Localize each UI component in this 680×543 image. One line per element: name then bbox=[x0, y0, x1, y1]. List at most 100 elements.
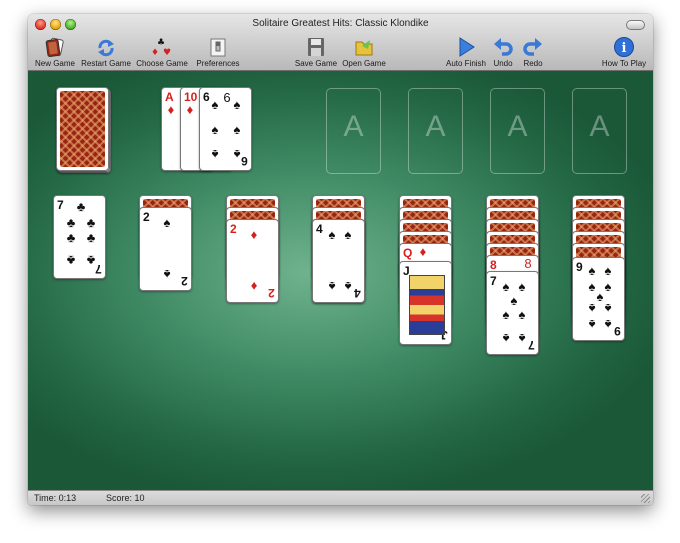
pip: ♠ bbox=[211, 122, 219, 137]
waste-top-card[interactable]: 6 6 6 ♠ ♠ ♠ ♠ ♠ ♠ bbox=[199, 87, 252, 171]
pip: ♠ bbox=[211, 97, 219, 112]
foundation-slot-1[interactable]: A bbox=[326, 88, 381, 174]
svg-text:♦: ♦ bbox=[151, 48, 159, 58]
elapsed-time: Time: 0:13 bbox=[34, 493, 77, 503]
status-bar: Time: 0:13 Score: 10 bbox=[28, 490, 653, 505]
card-rank-bottom: 7 bbox=[528, 338, 535, 352]
pip: ♣ bbox=[76, 199, 86, 214]
tableau-col-4-top-card[interactable]: 4 4 ♠ ♠ ♠ ♠ bbox=[312, 219, 365, 303]
tableau-col-6-top-card[interactable]: 7 7 ♠ ♠ ♠ ♠ ♠ ♠ ♠ bbox=[486, 271, 539, 355]
pip: ♣ bbox=[66, 253, 76, 268]
pip: ♣ bbox=[86, 230, 96, 245]
open-game-button[interactable]: Open Game bbox=[342, 34, 386, 68]
pip: ♣ bbox=[86, 253, 96, 268]
pip: ♠ bbox=[518, 307, 526, 322]
restart-game-button[interactable]: Restart Game bbox=[81, 34, 131, 68]
pip: ♠ bbox=[604, 317, 612, 332]
pip: ♠ bbox=[502, 307, 510, 322]
stock-pile[interactable] bbox=[56, 87, 109, 171]
play-arrow-icon bbox=[459, 37, 475, 57]
card-rank: 9 bbox=[576, 260, 583, 274]
foundation-slot-3-label: A bbox=[507, 110, 528, 143]
redo-button[interactable]: Redo bbox=[516, 34, 550, 68]
restart-game-label: Restart Game bbox=[81, 59, 131, 68]
choose-game-label: Choose Game bbox=[136, 59, 188, 68]
how-to-play-button[interactable]: i How To Play bbox=[602, 34, 646, 68]
pip: ♦ bbox=[250, 227, 258, 242]
pip: ♦ bbox=[250, 279, 258, 294]
pip: ♣ bbox=[66, 215, 76, 230]
foundation-slot-2-label: A bbox=[425, 110, 446, 143]
jack-face-picture bbox=[409, 275, 445, 335]
card-rank: 7 bbox=[57, 198, 64, 212]
card-rank-right: 8 bbox=[524, 256, 532, 271]
score: Score: 10 bbox=[106, 493, 145, 503]
toolbar-toggle-button[interactable] bbox=[626, 20, 645, 30]
pip: ♠ bbox=[502, 331, 510, 346]
info-icon: i bbox=[614, 37, 634, 57]
pip: ♠ bbox=[233, 122, 241, 137]
preferences-label: Preferences bbox=[196, 59, 240, 68]
pip: ♣ bbox=[86, 215, 96, 230]
redo-label: Redo bbox=[523, 59, 543, 68]
pip: ♠ bbox=[604, 301, 612, 316]
tableau-col-2-top-card[interactable]: 2 2 ♠ ♠ bbox=[139, 207, 192, 291]
card-rank: 4 bbox=[316, 222, 323, 236]
card-rank: 8 bbox=[490, 258, 497, 272]
how-to-play-label: How To Play bbox=[601, 59, 647, 68]
save-game-button[interactable]: Save Game bbox=[295, 34, 337, 68]
pip: ♠ bbox=[344, 227, 352, 242]
tableau-col-5-top-card[interactable]: J J bbox=[399, 261, 452, 345]
pip: ♣ bbox=[66, 230, 76, 245]
card-rank: 7 bbox=[490, 274, 497, 288]
floppy-disk-icon bbox=[308, 38, 324, 56]
svg-text:i: i bbox=[622, 41, 627, 56]
svg-text:♥: ♥ bbox=[163, 48, 171, 58]
pip: ♠ bbox=[344, 279, 352, 294]
card-rank-bottom: 9 bbox=[614, 324, 621, 338]
pip: ♠ bbox=[211, 147, 219, 162]
foundation-slot-2[interactable]: A bbox=[408, 88, 463, 174]
card-rank: Q bbox=[403, 246, 413, 260]
svg-text:♣: ♣ bbox=[157, 38, 165, 48]
card-rank: 2 bbox=[230, 222, 237, 236]
pip: ♠ bbox=[604, 263, 612, 278]
window-title: Solitaire Greatest Hits: Classic Klondik… bbox=[252, 18, 429, 29]
open-game-label: Open Game bbox=[342, 59, 386, 68]
card-rank-bottom: 2 bbox=[268, 286, 275, 300]
pip: ♠ bbox=[163, 215, 171, 230]
pip: ♠ bbox=[588, 301, 596, 316]
folder-icon bbox=[355, 40, 373, 56]
resize-grip-icon[interactable] bbox=[641, 494, 650, 503]
pip: ♠ bbox=[588, 317, 596, 332]
pip: ♠ bbox=[163, 267, 171, 282]
preferences-switch-icon bbox=[210, 38, 226, 57]
waste-card-1-suit: ♦ bbox=[167, 102, 175, 117]
pip: ♠ bbox=[233, 97, 241, 112]
pip: ♦ bbox=[419, 244, 427, 259]
card-rank-bottom: 2 bbox=[181, 274, 188, 288]
title-bar: Solitaire Greatest Hits: Classic Klondik… bbox=[28, 14, 653, 71]
tableau-col-3-top-card[interactable]: 2 2 ♦ ♦ bbox=[226, 219, 279, 303]
pip: ♠ bbox=[502, 279, 510, 294]
foundation-slot-4[interactable]: A bbox=[572, 88, 627, 174]
new-game-icon bbox=[45, 37, 64, 57]
preferences-button[interactable]: Preferences bbox=[196, 34, 240, 68]
card-suits-icon: ♣ ♦ ♥ bbox=[151, 38, 171, 58]
pip: ♠ bbox=[510, 293, 518, 308]
undo-arrow-icon bbox=[494, 38, 513, 56]
card-rank: 2 bbox=[143, 210, 150, 224]
foundation-slot-4-label: A bbox=[589, 110, 610, 143]
game-window: Solitaire Greatest Hits: Classic Klondik… bbox=[28, 14, 653, 505]
pip: ♠ bbox=[233, 147, 241, 162]
restart-icon bbox=[98, 39, 114, 57]
tableau-col-1-top-card[interactable]: 7 7 ♣ ♣ ♣ ♣ ♣ ♣ ♣ bbox=[53, 195, 106, 279]
redo-arrow-icon bbox=[523, 38, 542, 56]
card-table: A ♦ 10 ♦ 6 6 6 ♠ ♠ ♠ ♠ ♠ ♠ A A A A 7 7 ♣… bbox=[28, 71, 653, 490]
foundation-slot-1-label: A bbox=[343, 110, 364, 143]
foundation-slot-3[interactable]: A bbox=[490, 88, 545, 174]
new-game-button[interactable]: New Game bbox=[35, 34, 75, 68]
choose-game-button[interactable]: ♣ ♦ ♥ Choose Game bbox=[136, 34, 188, 68]
tableau-col-7-top-card[interactable]: 9 9 ♠ ♠ ♠ ♠ ♠ ♠ ♠ ♠ ♠ bbox=[572, 257, 625, 341]
pip: ♠ bbox=[328, 279, 336, 294]
